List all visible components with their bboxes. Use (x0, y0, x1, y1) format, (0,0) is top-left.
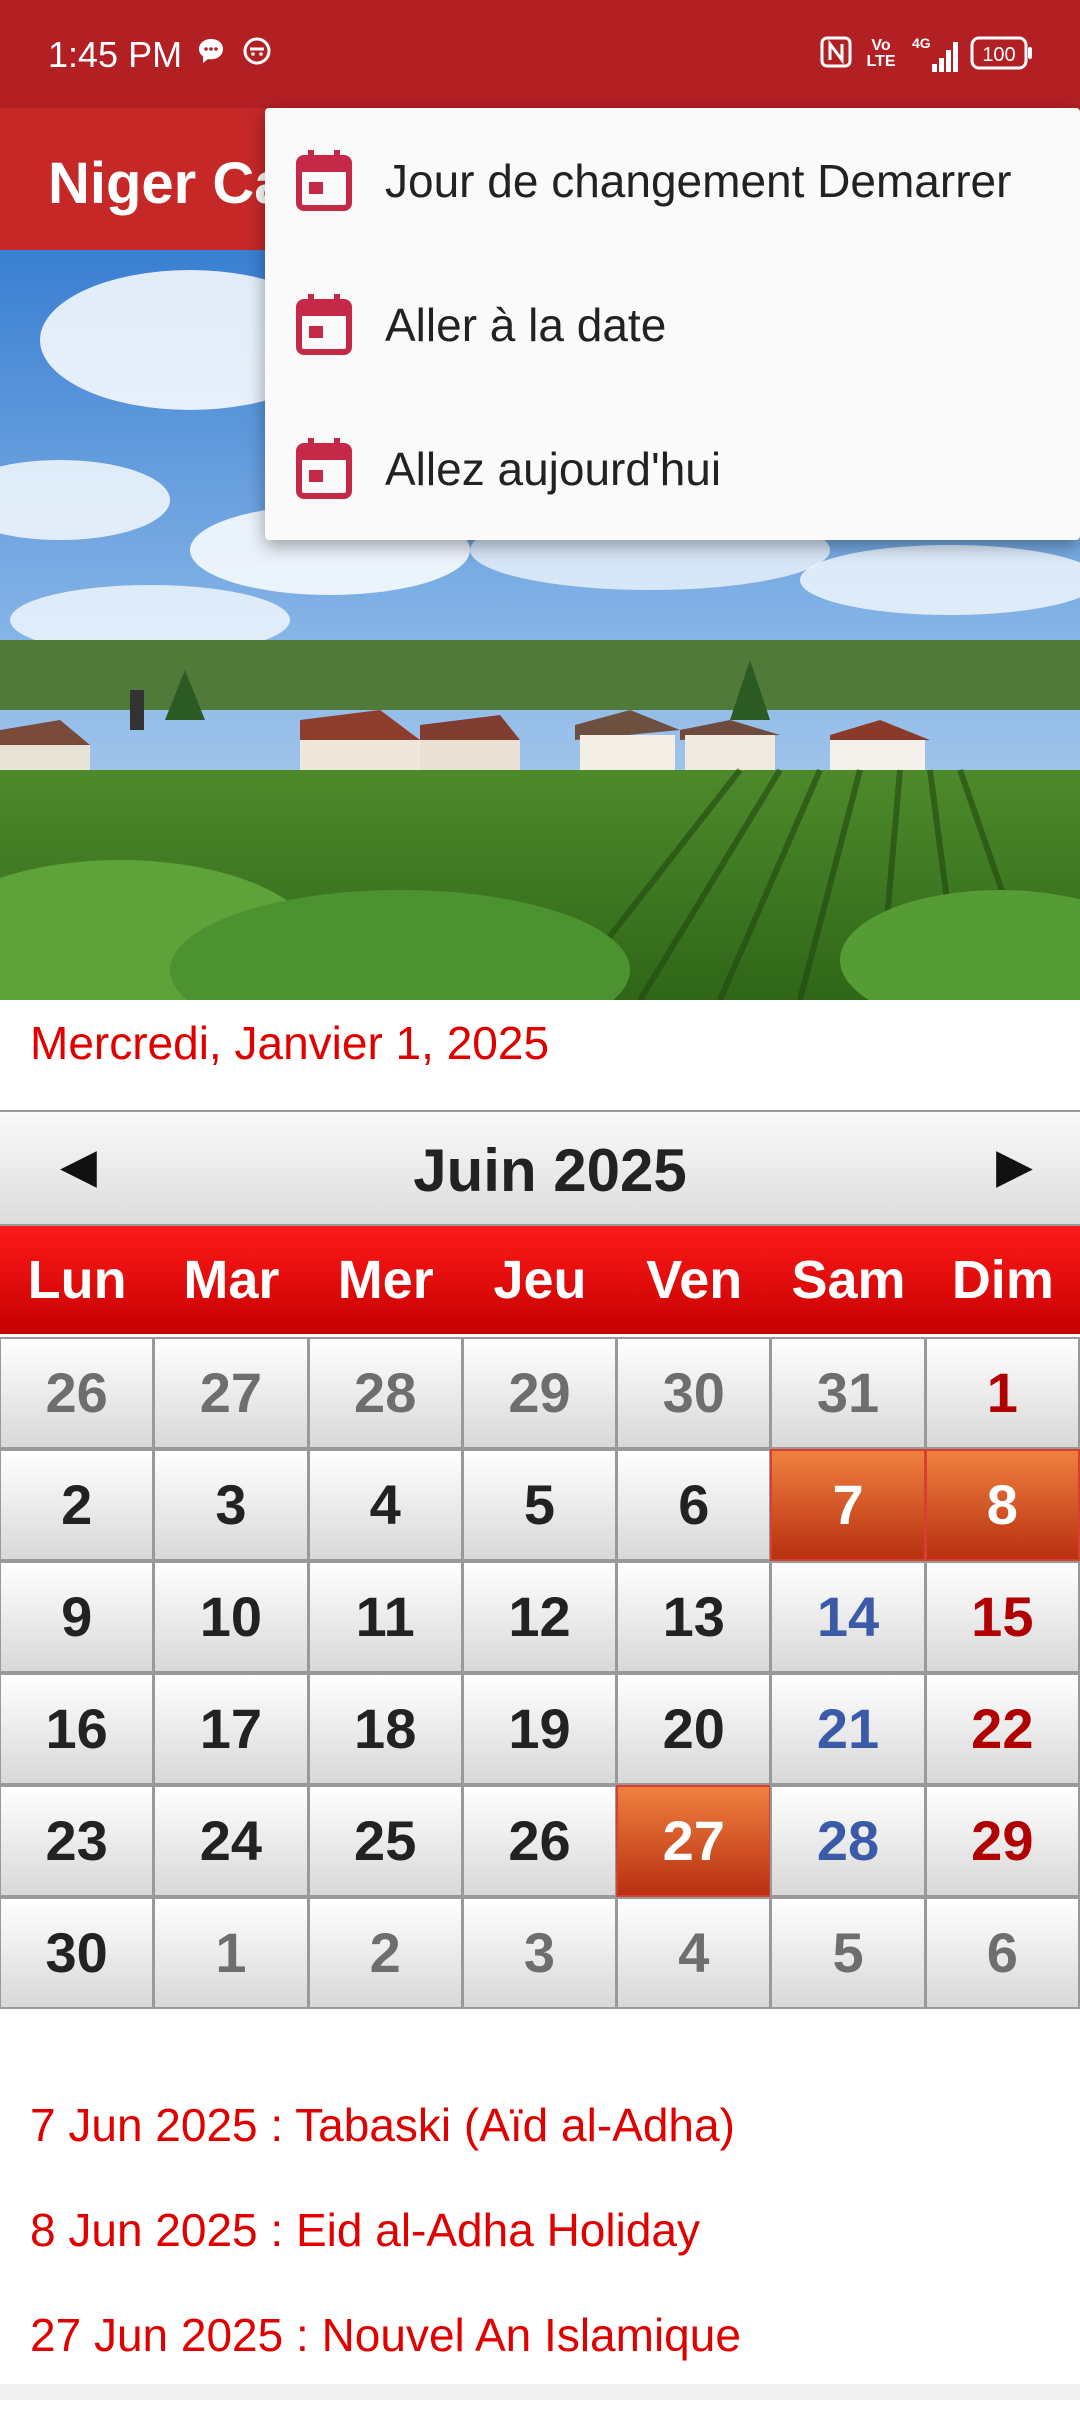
calendar-day-cell[interactable]: 28 (307, 1337, 463, 1449)
calendar-day-cell[interactable]: 30 (0, 1897, 155, 2009)
calendar-day-cell[interactable]: 7 (770, 1449, 926, 1561)
calendar-day-cell[interactable]: 5 (770, 1897, 926, 2009)
menu-item-change-start-day[interactable]: Jour de changement Demarrer (265, 108, 1080, 252)
weekday-header-row: Lun Mar Mer Jeu Ven Sam Dim (0, 1226, 1080, 1334)
weekday-lun: Lun (27, 1250, 127, 1310)
calendar-week-row: 23 24 25 26 27 28 29 (0, 1785, 1080, 1898)
calendar-day-cell[interactable]: 16 (0, 1673, 155, 1785)
svg-text:100: 100 (982, 44, 1015, 66)
calendar-icon (295, 292, 353, 361)
calendar-day-cell[interactable]: 30 (616, 1337, 772, 1449)
calendar-day-grid: 26 27 28 29 30 31 1 2 3 4 5 6 7 8 9 10 11 12 13 14 15 16 17 18 1… (0, 1337, 1080, 2010)
calendar-week-row: 26 27 28 29 30 31 1 (0, 1337, 1080, 1450)
bottom-edge (0, 2384, 1080, 2400)
calendar-day-cell[interactable]: 24 (153, 1785, 309, 1897)
menu-item-go-today[interactable]: Allez aujourd'hui (265, 396, 1080, 540)
calendar-day-cell[interactable]: 25 (307, 1785, 463, 1897)
calendar-day-cell[interactable]: 23 (0, 1785, 155, 1897)
weekday-jeu: Jeu (493, 1250, 587, 1310)
calendar-day-cell[interactable]: 6 (616, 1449, 772, 1561)
calendar-week-row: 9 10 11 12 13 14 15 (0, 1561, 1080, 1674)
calendar-day-cell[interactable]: 3 (153, 1449, 309, 1561)
calendar-day-cell[interactable]: 18 (307, 1673, 463, 1785)
calendar-day-cell[interactable]: 8 (924, 1449, 1080, 1561)
calendar-day-cell[interactable]: 11 (307, 1561, 463, 1673)
menu-item-label: Allez aujourd'hui (385, 443, 722, 495)
signal-icon: 4G (912, 34, 958, 79)
calendar-day-cell[interactable]: 28 (770, 1785, 926, 1897)
calendar-day-cell[interactable]: 29 (924, 1785, 1080, 1897)
menu-item-label: Aller à la date (385, 299, 667, 351)
svg-text:4G: 4G (912, 35, 931, 51)
calendar-day-cell[interactable]: 1 (924, 1337, 1080, 1449)
calendar-day-cell[interactable]: 29 (461, 1337, 618, 1449)
calendar-day-cell[interactable]: 5 (461, 1449, 618, 1561)
status-time: 1:45 PM (48, 34, 183, 75)
calendar-day-cell[interactable]: 27 (616, 1785, 772, 1897)
menu-item-label: Jour de changement Demarrer (385, 155, 1012, 207)
weekday-dim: Dim (951, 1250, 1054, 1310)
month-year-label: Juin 2025 (413, 1137, 687, 1204)
weekday-mar: Mar (183, 1250, 280, 1310)
selected-date-label: Mercredi, Janvier 1, 2025 (30, 1017, 550, 1069)
calendar-day-cell[interactable]: 20 (616, 1673, 772, 1785)
holiday-item: 8 Jun 2025 : Eid al-Adha Holiday (30, 2204, 700, 2256)
next-month-button[interactable]: ▶ (996, 1138, 1033, 1194)
volte-icon: Vo LTE (866, 37, 896, 70)
calendar-week-row: 30 1 2 3 4 5 6 (0, 1897, 1080, 2010)
calendar-day-cell[interactable]: 2 (307, 1897, 463, 2009)
calendar-day-cell[interactable]: 13 (616, 1561, 772, 1673)
calendar-day-cell[interactable]: 6 (924, 1897, 1080, 2009)
calendar-day-cell[interactable]: 2 (0, 1449, 155, 1561)
calendar-day-cell[interactable]: 12 (461, 1561, 618, 1673)
weekday-ven: Ven (646, 1250, 743, 1310)
calendar-header: ◀ Juin 2025 ▶ (0, 1110, 1080, 1226)
calendar-day-cell[interactable]: 1 (153, 1897, 309, 2009)
calendar-day-cell[interactable]: 15 (924, 1561, 1080, 1673)
holiday-item: 7 Jun 2025 : Tabaski (Aïd al-Adha) (30, 2099, 735, 2151)
calendar-week-row: 16 17 18 19 20 21 22 (0, 1673, 1080, 1786)
calendar-day-cell[interactable]: 22 (924, 1673, 1080, 1785)
calendar-day-cell[interactable]: 31 (770, 1337, 926, 1449)
weekday-mer: Mer (337, 1250, 434, 1310)
weekday-sam: Sam (791, 1250, 906, 1310)
calendar-day-cell[interactable]: 3 (461, 1897, 618, 2009)
calendar-day-cell[interactable]: 10 (153, 1561, 309, 1673)
calendar-icon (295, 148, 353, 217)
calendar-day-cell[interactable]: 4 (616, 1897, 772, 2009)
calendar-day-cell[interactable]: 17 (153, 1673, 309, 1785)
status-bar: 1:45 PM Vo LTE 4G 100 (0, 0, 1080, 108)
nfc-icon (820, 36, 852, 73)
calendar-day-cell[interactable]: 26 (461, 1785, 618, 1897)
holiday-list: 7 Jun 2025 : Tabaski (Aïd al-Adha) 8 Jun… (30, 2098, 741, 2413)
app-notification-icon (242, 36, 272, 71)
overflow-menu: Jour de changement Demarrer Aller à la d… (265, 108, 1080, 540)
menu-item-go-to-date[interactable]: Aller à la date (265, 252, 1080, 396)
calendar-day-cell[interactable]: 26 (0, 1337, 155, 1449)
calendar-icon (295, 436, 353, 505)
calendar-day-cell[interactable]: 9 (0, 1561, 155, 1673)
calendar-day-cell[interactable]: 21 (770, 1673, 926, 1785)
calendar-day-cell[interactable]: 27 (153, 1337, 309, 1449)
calendar-week-row: 2345678 (0, 1449, 1080, 1562)
chat-notification-icon (196, 36, 226, 71)
battery-icon: 100 (970, 36, 1034, 75)
calendar-day-cell[interactable]: 19 (461, 1673, 618, 1785)
calendar-day-cell[interactable]: 4 (307, 1449, 463, 1561)
calendar-day-cell[interactable]: 14 (770, 1561, 926, 1673)
